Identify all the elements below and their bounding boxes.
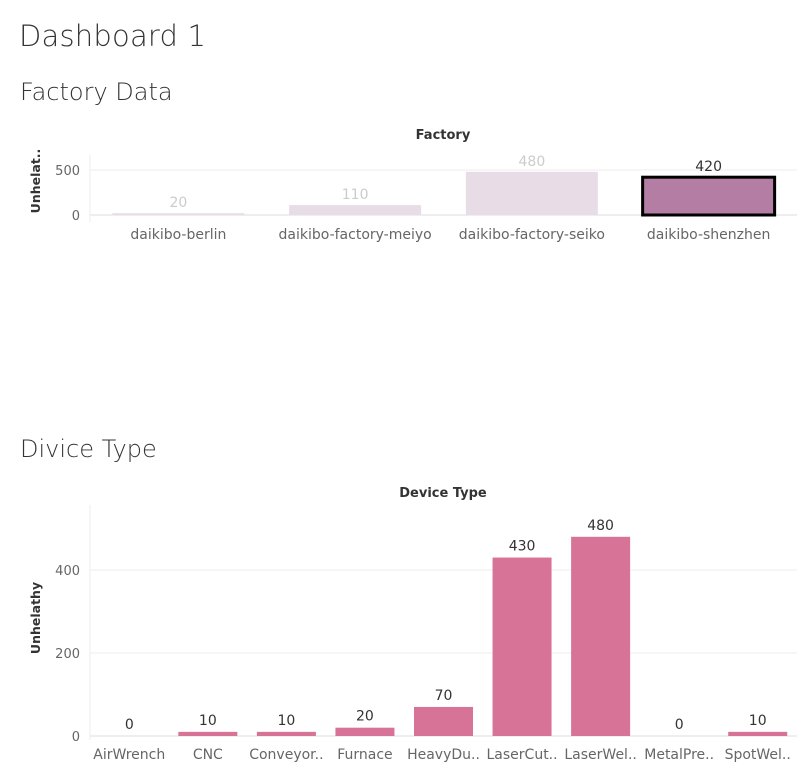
device-chart-header: Device Type bbox=[399, 486, 487, 501]
device-bar[interactable] bbox=[414, 706, 473, 736]
device-category-label: AirWrench bbox=[93, 747, 165, 763]
device-bar-value-label: 480 bbox=[587, 518, 614, 534]
device-category-label: MetalPre.. bbox=[644, 747, 714, 763]
device-y-axis-title: Unhelathy bbox=[28, 582, 43, 654]
device-bar[interactable] bbox=[178, 731, 238, 736]
device-bar-value-label: 70 bbox=[435, 688, 453, 704]
device-bar-value-label: 430 bbox=[509, 539, 536, 555]
device-y-tick-label: 200 bbox=[55, 647, 80, 662]
device-category-label: SpotWel.. bbox=[725, 747, 791, 763]
device-y-tick-label: 400 bbox=[55, 564, 80, 579]
device-category-label: Furnace bbox=[337, 747, 392, 763]
device-bar[interactable] bbox=[335, 727, 395, 736]
device-category-label: LaserWel.. bbox=[564, 747, 636, 763]
device-type-bar-chart: Device TypeUnhelathy02004000AirWrench10C… bbox=[28, 486, 797, 763]
device-bar-value-label: 0 bbox=[675, 717, 684, 733]
device-bar-value-label: 10 bbox=[749, 713, 767, 729]
device-category-label: HeavyDu.. bbox=[407, 747, 480, 763]
device-bar-value-label: 0 bbox=[125, 717, 134, 733]
device-category-label: LaserCut.. bbox=[487, 747, 558, 763]
device-bar[interactable] bbox=[728, 731, 788, 736]
device-bar[interactable] bbox=[492, 557, 552, 736]
device-category-label: Conveyor.. bbox=[249, 747, 323, 763]
device-bar[interactable] bbox=[256, 731, 316, 736]
device-category-label: CNC bbox=[193, 747, 223, 763]
device-bar-value-label: 10 bbox=[277, 713, 295, 729]
device-bar-value-label: 20 bbox=[356, 709, 374, 725]
device-bar[interactable] bbox=[571, 536, 631, 736]
device-bar-value-label: 10 bbox=[199, 713, 217, 729]
device-y-tick-label: 0 bbox=[72, 730, 80, 745]
